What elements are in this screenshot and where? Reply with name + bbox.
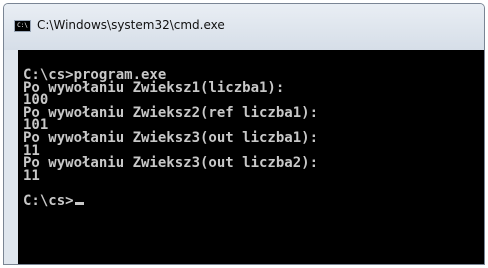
console-line: Po wywołaniu Zwieksz1(liczba1): [23, 79, 285, 96]
command-prompt-line[interactable]: C:\cs> [23, 192, 484, 209]
console-output-area[interactable]: C:\cs>program.exe Po wywołaniu Zwieksz1(… [18, 50, 484, 264]
text-cursor [74, 201, 84, 205]
window-title: C:\Windows\system32\cmd.exe [37, 18, 225, 32]
console-app-icon[interactable]: C:\ [14, 20, 31, 32]
console-line: Po wywołaniu Zwieksz3(out liczba1): [23, 129, 319, 146]
cmd-window: C:\ C:\Windows\system32\cmd.exe C:\cs>pr… [3, 3, 485, 265]
title-bar[interactable]: C:\ C:\Windows\system32\cmd.exe [4, 4, 484, 50]
command-prompt: C:\cs> [23, 192, 74, 209]
console-line: Po wywołaniu Zwieksz3(out liczba2): [23, 155, 319, 172]
console-line: 11 [23, 167, 40, 184]
console-line: Po wywołaniu Zwieksz2(ref liczba1): [23, 104, 319, 121]
